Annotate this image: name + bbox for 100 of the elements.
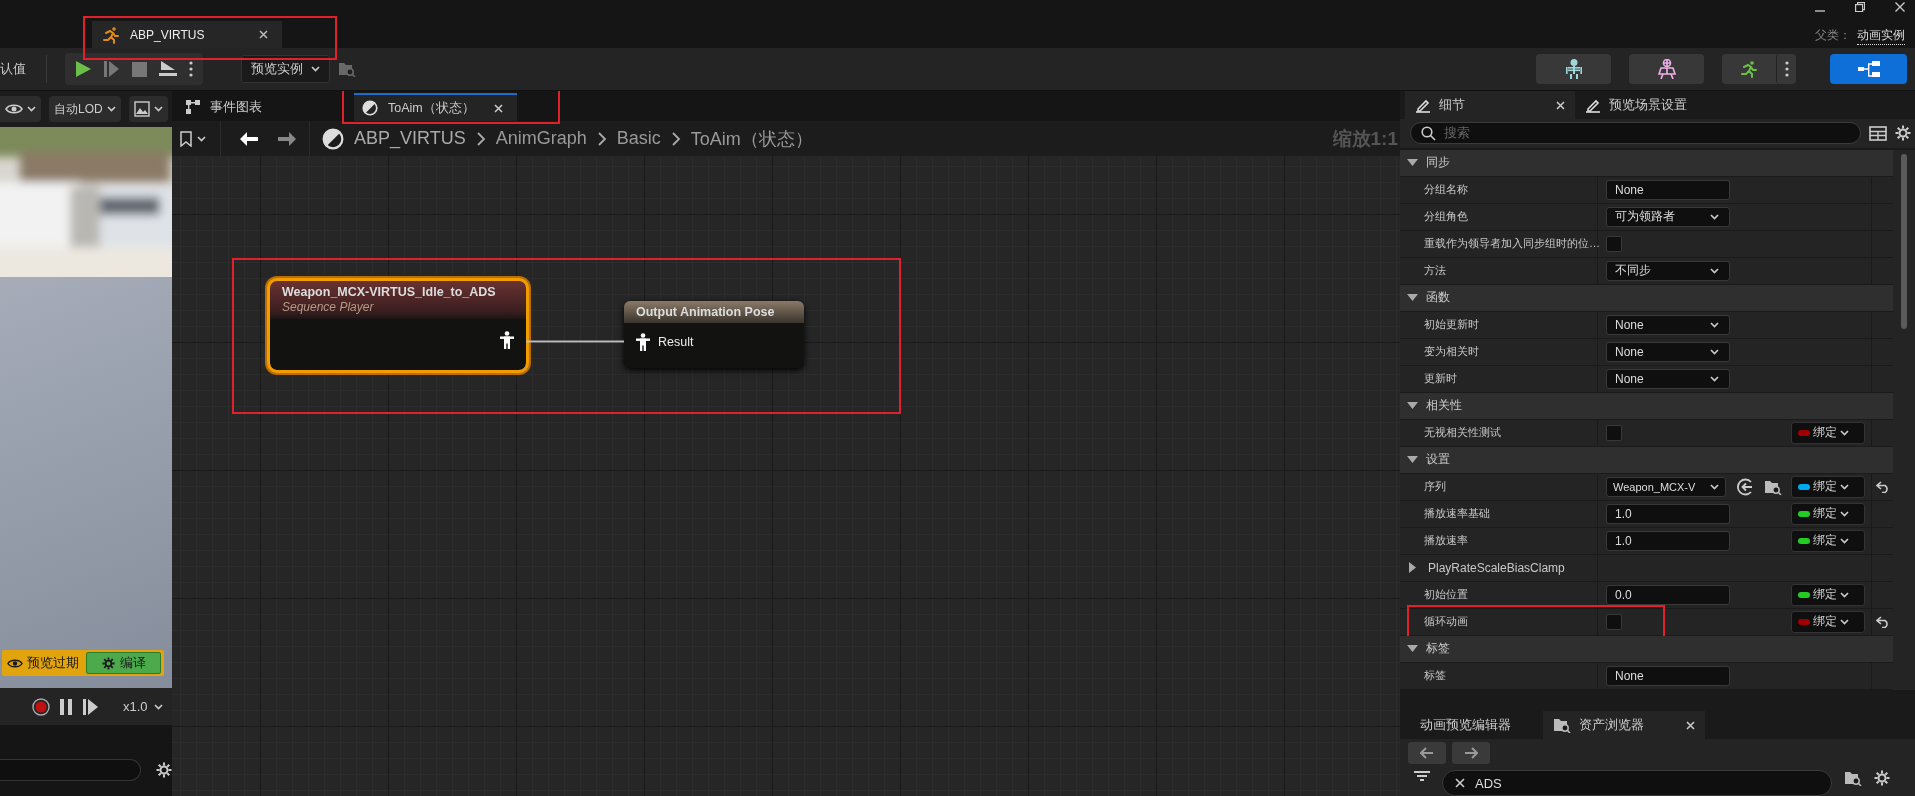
property-label: 初始更新时 bbox=[1400, 311, 1598, 338]
breadcrumb-link[interactable]: ToAim（状态） bbox=[690, 126, 813, 151]
dropdown[interactable]: None bbox=[1606, 368, 1730, 389]
category-header[interactable]: 标签 bbox=[1400, 635, 1893, 663]
pause-icon[interactable] bbox=[60, 698, 73, 715]
expander-icon[interactable] bbox=[1407, 292, 1418, 304]
scrollbar-thumb[interactable] bbox=[1901, 153, 1907, 329]
browse-icon[interactable] bbox=[1764, 478, 1782, 495]
checkbox[interactable] bbox=[1606, 424, 1622, 441]
category-header[interactable]: 同步 bbox=[1400, 149, 1893, 177]
details-tab[interactable]: 预览场景设置 bbox=[1575, 91, 1697, 119]
caret-icon bbox=[1710, 213, 1719, 220]
text-field[interactable]: 1.0 bbox=[1606, 530, 1730, 551]
eye-icon bbox=[7, 657, 23, 669]
stop-icon[interactable] bbox=[132, 61, 147, 77]
graph-tab[interactable]: ToAim（状态） bbox=[354, 93, 517, 121]
expander-icon[interactable] bbox=[1407, 643, 1418, 655]
category-header[interactable]: 函数 bbox=[1400, 284, 1893, 312]
lod-dropdown[interactable]: 自动LOD bbox=[49, 96, 121, 122]
parent-class-link[interactable]: 动画实例 bbox=[1857, 27, 1905, 45]
settings-icon[interactable] bbox=[1874, 770, 1890, 786]
forward-button[interactable] bbox=[1452, 741, 1490, 764]
breadcrumb-link[interactable]: ABP_VIRTUS bbox=[354, 128, 466, 149]
close-icon[interactable] bbox=[1895, 2, 1905, 12]
panel-tab[interactable]: 资产浏览器 bbox=[1543, 711, 1705, 740]
folder-icon[interactable] bbox=[1844, 770, 1862, 786]
gear-icon bbox=[101, 656, 115, 670]
preview-instance-dropdown[interactable]: 预览实例 bbox=[241, 55, 330, 84]
close-icon[interactable] bbox=[1556, 100, 1565, 110]
category-header[interactable]: 相关性 bbox=[1400, 392, 1893, 420]
play-icon[interactable] bbox=[75, 60, 92, 79]
text-field[interactable]: 0.0 bbox=[1606, 584, 1730, 605]
playback-speed-dropdown[interactable]: x1.0 bbox=[123, 699, 163, 714]
eye-icon bbox=[5, 103, 23, 115]
reset-arrow-icon[interactable] bbox=[1875, 480, 1890, 493]
clear-icon[interactable] bbox=[1455, 778, 1465, 788]
breadcrumb-link[interactable]: AnimGraph bbox=[495, 128, 587, 149]
bind-dropdown[interactable]: 绑定 bbox=[1791, 475, 1865, 498]
folder-search-icon[interactable] bbox=[1553, 717, 1571, 734]
dropdown[interactable]: 可为领路者 bbox=[1606, 206, 1730, 227]
skeleton-button[interactable] bbox=[1536, 54, 1611, 85]
asset-dropdown[interactable]: Weapon_MCX-V bbox=[1606, 476, 1726, 497]
property-label: 变为相关时 bbox=[1400, 338, 1598, 365]
caret-icon bbox=[1710, 348, 1719, 355]
back-button[interactable] bbox=[1408, 741, 1446, 764]
expander-icon[interactable] bbox=[1407, 562, 1418, 574]
mesh-button[interactable] bbox=[1629, 54, 1704, 85]
expander-icon[interactable] bbox=[1407, 454, 1418, 466]
node-graph-icon bbox=[186, 100, 200, 114]
graph-mode-button[interactable] bbox=[1830, 54, 1907, 85]
visibility-dropdown[interactable] bbox=[0, 96, 41, 122]
settings-icon[interactable] bbox=[1895, 125, 1911, 142]
skeleton-icon bbox=[1564, 59, 1583, 80]
search-field[interactable] bbox=[0, 759, 141, 781]
compile-button[interactable]: 编译 bbox=[86, 652, 161, 674]
expander-icon[interactable] bbox=[1407, 400, 1418, 412]
output-pose-node[interactable]: Output Animation Pose Result bbox=[624, 301, 804, 368]
bind-dropdown[interactable]: 绑定 bbox=[1791, 421, 1865, 444]
eject-icon[interactable] bbox=[159, 60, 177, 79]
graph-tab[interactable]: 事件图表 bbox=[178, 93, 276, 121]
close-icon[interactable] bbox=[259, 30, 268, 40]
reset-arrow-icon[interactable] bbox=[1875, 615, 1890, 628]
details-tab[interactable]: 细节 bbox=[1405, 91, 1575, 119]
breadcrumb-link[interactable]: Basic bbox=[616, 128, 661, 149]
toolbar-label: 认值 bbox=[0, 55, 47, 84]
expander-icon[interactable] bbox=[1407, 157, 1418, 169]
close-icon[interactable] bbox=[494, 103, 503, 113]
node-subtitle: Sequence Player bbox=[282, 300, 375, 314]
checkbox[interactable] bbox=[1606, 235, 1622, 252]
document-tab[interactable]: ABP_VIRTUS bbox=[92, 21, 282, 49]
restore-icon[interactable] bbox=[1855, 2, 1865, 12]
bind-dropdown[interactable]: 绑定 bbox=[1791, 583, 1865, 606]
dropdown[interactable]: 不同步 bbox=[1606, 260, 1730, 281]
checkbox[interactable] bbox=[1606, 613, 1622, 630]
panel-tab[interactable]: 动画预览编辑器 bbox=[1410, 711, 1521, 740]
category-header[interactable]: 设置 bbox=[1400, 446, 1893, 474]
search-field[interactable]: ADS bbox=[1442, 770, 1832, 796]
forward-arrow-icon[interactable] bbox=[277, 130, 297, 147]
close-icon[interactable] bbox=[1686, 720, 1695, 730]
bind-dropdown[interactable]: 绑定 bbox=[1791, 529, 1865, 552]
step-forward-icon[interactable] bbox=[83, 698, 99, 715]
text-field[interactable]: 1.0 bbox=[1606, 503, 1730, 524]
dropdown[interactable]: None bbox=[1606, 341, 1730, 362]
table-icon[interactable] bbox=[1869, 125, 1887, 141]
running-figure-icon bbox=[1740, 60, 1758, 79]
back-arrow-icon[interactable] bbox=[239, 130, 259, 147]
more-icon[interactable] bbox=[189, 61, 193, 78]
text-field[interactable]: None bbox=[1606, 179, 1730, 200]
text-field[interactable]: None bbox=[1606, 665, 1730, 686]
filter-icon[interactable] bbox=[1414, 770, 1430, 782]
settings-icon[interactable] bbox=[156, 762, 172, 778]
use-selected-icon[interactable] bbox=[1736, 477, 1754, 496]
view-options-dropdown[interactable] bbox=[128, 96, 168, 122]
dropdown[interactable]: None bbox=[1606, 314, 1730, 335]
record-icon[interactable] bbox=[32, 697, 50, 716]
bind-dropdown[interactable]: 绑定 bbox=[1791, 502, 1865, 525]
caret-icon bbox=[1710, 321, 1719, 328]
bind-dropdown[interactable]: 绑定 bbox=[1791, 610, 1865, 633]
node-graph-icon bbox=[1857, 61, 1880, 78]
property-label: 序列 bbox=[1400, 473, 1598, 500]
